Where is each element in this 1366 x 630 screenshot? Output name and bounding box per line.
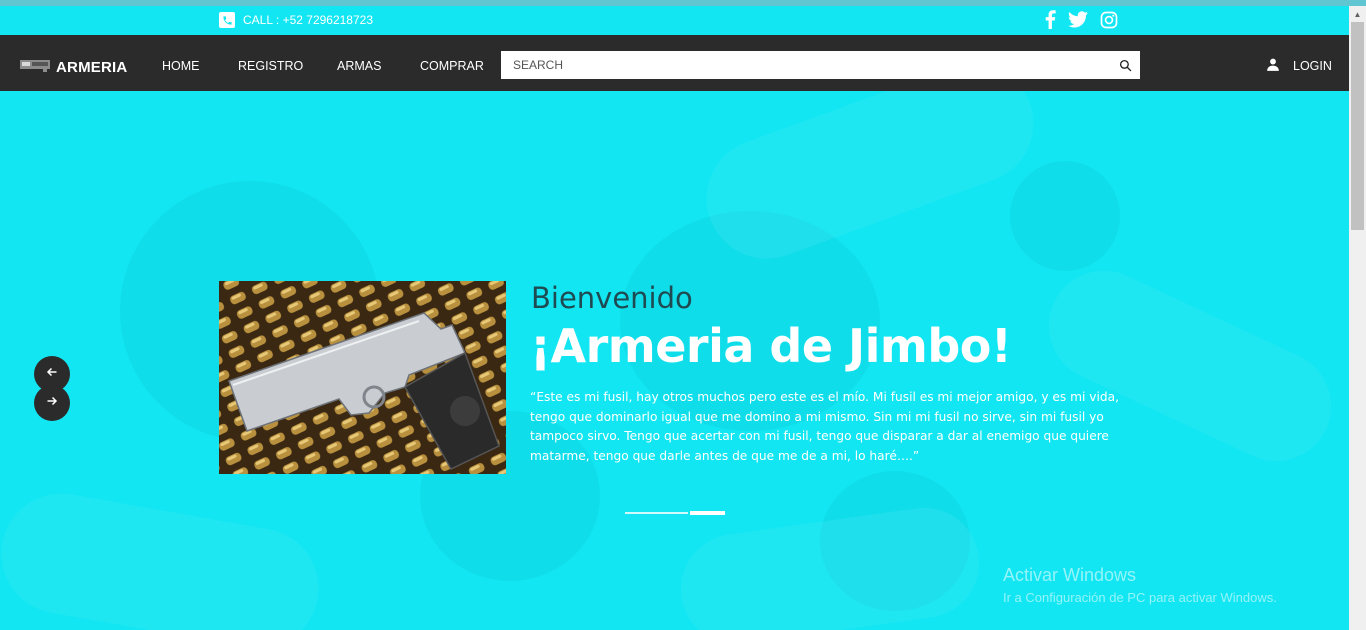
- carousel-indicator-2[interactable]: [690, 511, 725, 515]
- bg-capsule: [689, 91, 1051, 276]
- pistol-on-bullets-image: [219, 281, 506, 474]
- phone-icon: [219, 12, 235, 28]
- contact-bar: CALL : +52 7296218723: [0, 6, 1349, 35]
- welcome-text: Bienvenido: [531, 281, 693, 315]
- login-button[interactable]: LOGIN: [1266, 57, 1332, 75]
- social-links: [1044, 10, 1118, 29]
- arrow-right-icon: [46, 394, 58, 412]
- call-info: CALL : +52 7296218723: [219, 12, 373, 28]
- brand[interactable]: ARMERIA: [19, 56, 127, 78]
- carousel-next-button[interactable]: [34, 385, 70, 421]
- main-navbar: ARMERIA HOME REGISTRO ARMAS COMPRAR LOGI…: [0, 35, 1349, 91]
- call-text: CALL : +52 7296218723: [243, 13, 374, 27]
- nav-registro[interactable]: REGISTRO: [238, 59, 303, 73]
- search-input[interactable]: [501, 51, 1110, 79]
- bg-capsule: [0, 484, 328, 630]
- hero-carousel: Bienvenido ¡Armeria de Jimbo! “Este es m…: [0, 91, 1349, 630]
- bg-blob: [1010, 161, 1120, 271]
- nav-comprar[interactable]: COMPRAR: [420, 59, 484, 73]
- nav-home[interactable]: HOME: [162, 59, 200, 73]
- carousel-indicators: [625, 511, 725, 515]
- hero-headline: ¡Armeria de Jimbo!: [530, 319, 1012, 373]
- arrow-left-icon: [46, 365, 58, 383]
- bg-capsule: [673, 500, 987, 630]
- instagram-icon[interactable]: [1100, 11, 1118, 29]
- rifle-logo-icon: [19, 56, 52, 78]
- nav-armas[interactable]: ARMAS: [337, 59, 381, 73]
- login-label: LOGIN: [1293, 59, 1332, 73]
- page-scrollbar[interactable]: ▲: [1349, 6, 1366, 630]
- windows-activation-watermark: Activar Windows Ir a Configuración de PC…: [1003, 565, 1277, 605]
- scrollbar-thumb[interactable]: [1351, 22, 1364, 230]
- scroll-up-arrow-icon[interactable]: ▲: [1349, 6, 1366, 22]
- user-icon: [1266, 57, 1280, 75]
- hero-quote: “Este es mi fusil, hay otros muchos pero…: [530, 390, 1119, 463]
- search-icon[interactable]: [1110, 59, 1140, 72]
- watermark-title: Activar Windows: [1003, 565, 1137, 585]
- watermark-subtitle: Ir a Configuración de PC para activar Wi…: [1003, 590, 1277, 605]
- brand-name: ARMERIA: [56, 58, 128, 76]
- carousel-indicator-1[interactable]: [625, 512, 688, 514]
- search-box: [501, 51, 1140, 79]
- twitter-icon[interactable]: [1068, 11, 1088, 28]
- facebook-icon[interactable]: [1044, 10, 1056, 29]
